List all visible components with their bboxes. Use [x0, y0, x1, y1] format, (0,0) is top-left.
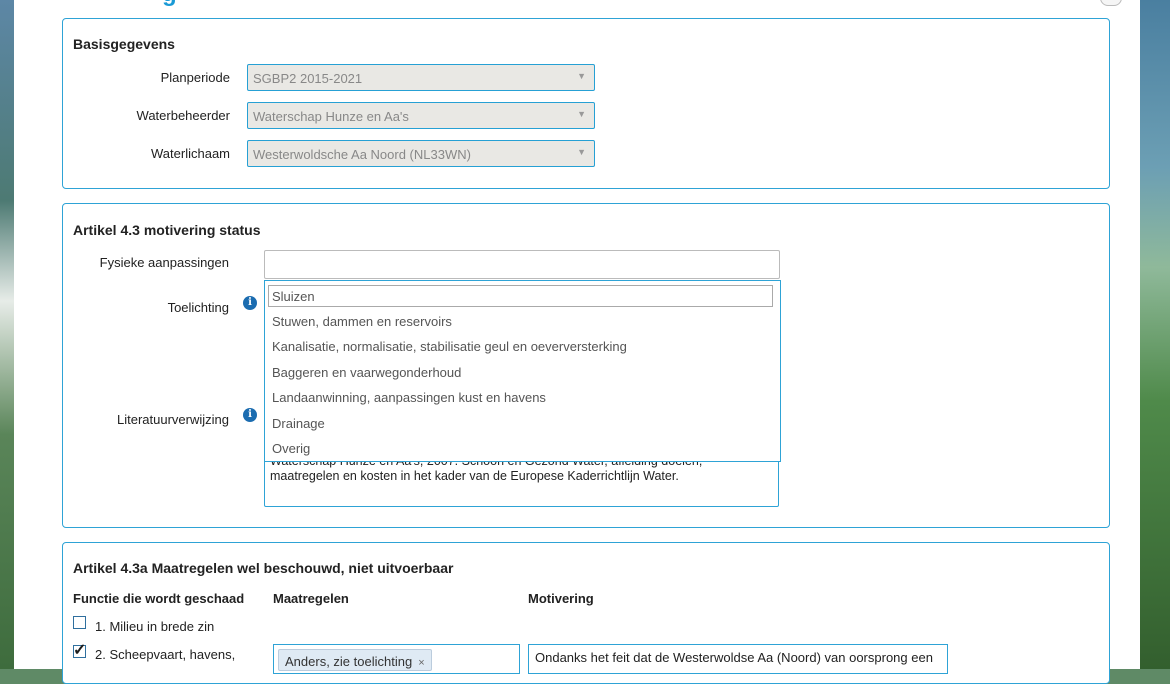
waterlichaam-label: Waterlichaam: [151, 146, 230, 161]
motivering-textarea[interactable]: Ondanks het feit dat de Westerwoldse Aa …: [528, 644, 948, 674]
toelichting-label: Toelichting: [167, 300, 229, 315]
panel-artikel-4-3a: Artikel 4.3a Maatregelen wel beschouwd, …: [62, 542, 1110, 684]
panel-basisgegevens: Basisgegevens Planperiode SGBP2 2015-202…: [62, 18, 1110, 189]
waterbeheerder-select[interactable]: Waterschap Hunze en Aa's ▼: [247, 102, 595, 129]
maatregelen-select[interactable]: Anders, zie toelichting ×: [273, 644, 520, 674]
chevron-down-icon: ▼: [577, 71, 586, 81]
dropdown-option[interactable]: Stuwen, dammen en reservoirs: [272, 314, 452, 329]
corner-button[interactable]: [1100, 0, 1122, 6]
maatregel-tag: Anders, zie toelichting ×: [278, 649, 432, 671]
panel-title: Artikel 4.3 motivering status: [73, 222, 261, 238]
waterlichaam-value: Westerwoldsche Aa Noord (NL33WN): [253, 147, 471, 162]
column-header-maatregelen: Maatregelen: [273, 591, 349, 606]
fysieke-aanpassingen-label: Fysieke aanpassingen: [99, 255, 229, 270]
waterbeheerder-label: Waterbeheerder: [136, 108, 230, 123]
waterbeheerder-value: Waterschap Hunze en Aa's: [253, 109, 409, 124]
planperiode-label: Planperiode: [160, 70, 230, 85]
column-header-functie: Functie die wordt geschaad: [73, 591, 245, 606]
info-icon[interactable]: i: [243, 408, 257, 422]
dropdown-option[interactable]: Drainage: [272, 416, 325, 431]
fysieke-aanpassingen-input[interactable]: [264, 250, 780, 279]
checkbox-scheepvaart[interactable]: ✓: [73, 642, 86, 659]
panel-title: Basisgegevens: [73, 36, 175, 52]
fysieke-aanpassingen-dropdown: Sluizen Stuwen, dammen en reservoirs Kan…: [264, 280, 781, 462]
panel-title: Artikel 4.3a Maatregelen wel beschouwd, …: [73, 560, 454, 576]
literatuur-line: maatregelen en kosten in het kader van d…: [270, 469, 679, 483]
column-header-motivering: Motivering: [528, 591, 594, 606]
close-icon[interactable]: ×: [418, 657, 424, 669]
info-icon[interactable]: i: [243, 296, 257, 310]
dropdown-option-sluizen[interactable]: Sluizen: [268, 285, 773, 307]
planperiode-value: SGBP2 2015-2021: [253, 71, 363, 86]
checkbox-milieu[interactable]: [73, 616, 86, 629]
motivering-text: Ondanks het feit dat de Westerwoldse Aa …: [535, 650, 933, 665]
chevron-down-icon: ▼: [577, 147, 586, 157]
planperiode-select[interactable]: SGBP2 2015-2021 ▼: [247, 64, 595, 91]
chevron-down-icon: ▼: [577, 109, 586, 119]
dropdown-option[interactable]: Baggeren en vaarwegonderhoud: [272, 365, 461, 380]
waterlichaam-select[interactable]: Westerwoldsche Aa Noord (NL33WN) ▼: [247, 140, 595, 167]
dropdown-option[interactable]: Kanalisatie, normalisatie, stabilisatie …: [272, 339, 627, 354]
background-right: [1140, 0, 1170, 669]
tag-label: Anders, zie toelichting: [285, 654, 413, 669]
checkmark-icon: ✓: [73, 642, 87, 659]
literatuurverwijzing-label: Literatuurverwijzing: [117, 412, 229, 427]
checkbox-label: 1. Milieu in brede zin: [95, 619, 215, 634]
page-heading: g: [162, 0, 222, 6]
background-left: [0, 0, 14, 669]
dropdown-option[interactable]: Overig: [272, 441, 310, 456]
checkbox-label: 2. Scheepvaart, havens,: [95, 647, 236, 662]
dropdown-option[interactable]: Landaanwinning, aanpassingen kust en hav…: [272, 390, 546, 405]
